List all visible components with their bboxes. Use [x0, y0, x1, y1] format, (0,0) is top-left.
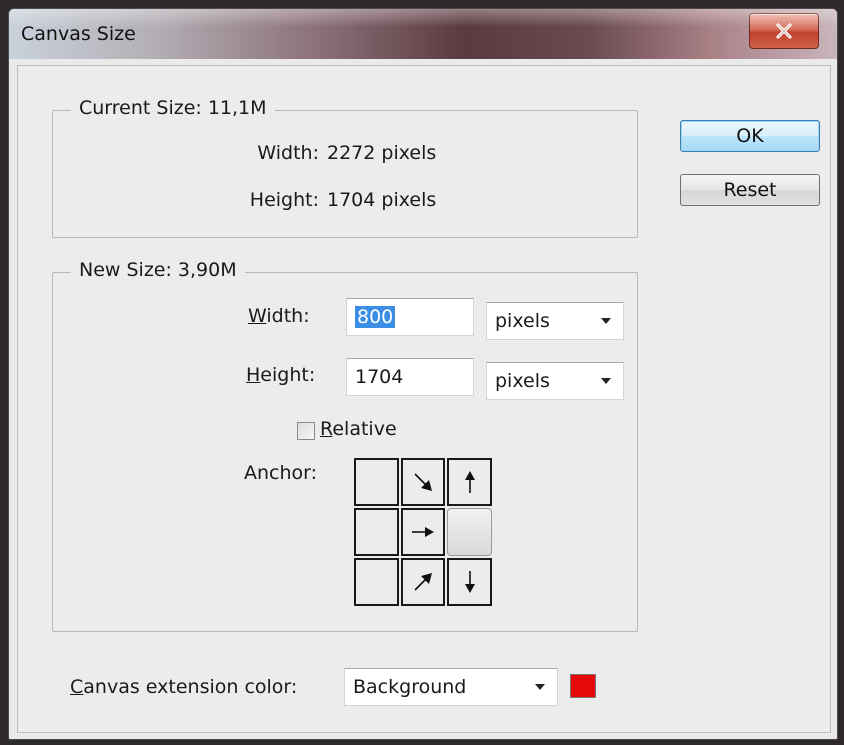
relative-label[interactable]: Relative	[320, 418, 397, 440]
anchor-top-left[interactable]	[354, 458, 399, 506]
ok-button[interactable]: OK	[680, 120, 820, 152]
width-input-value: 800	[355, 306, 396, 328]
relative-checkbox[interactable]	[297, 422, 315, 440]
anchor-top-right[interactable]	[447, 458, 492, 506]
arrow-up-right-icon	[414, 573, 432, 591]
anchor-middle-center[interactable]	[400, 508, 446, 556]
anchor-middle-right[interactable]	[447, 508, 492, 556]
new-width-label: Width:	[248, 305, 310, 327]
dialog-body: Current Size: 11,1M Width: 2272 pixels H…	[17, 65, 831, 733]
current-width-value: 2272 pixels	[327, 142, 437, 164]
arrow-down-right-icon	[414, 473, 432, 491]
anchor-bottom-left[interactable]	[354, 558, 399, 606]
current-size-label: Current Size: 11,1M	[71, 97, 275, 119]
reset-button[interactable]: Reset	[680, 174, 820, 206]
arrow-down-icon	[464, 571, 475, 593]
arrow-up-icon	[464, 471, 475, 493]
extension-color-label: Canvas extension color:	[70, 676, 298, 698]
chevron-down-icon	[601, 378, 611, 384]
arrow-right-icon	[411, 527, 434, 537]
close-icon	[776, 23, 792, 39]
current-height-value: 1704 pixels	[327, 189, 437, 211]
current-size-group: Current Size: 11,1M Width: 2272 pixels H…	[52, 97, 638, 238]
width-unit-select[interactable]: pixels	[486, 302, 624, 340]
current-width-label: Width:	[257, 142, 319, 164]
anchor-label: Anchor:	[244, 462, 318, 484]
anchor-middle-left[interactable]	[354, 508, 399, 556]
height-input[interactable]: 1704	[346, 358, 474, 396]
close-button[interactable]	[749, 13, 819, 49]
width-input[interactable]: 800	[346, 298, 474, 336]
anchor-bottom-center[interactable]	[400, 558, 446, 606]
anchor-grid	[354, 458, 492, 606]
extension-color-select[interactable]: Background	[344, 668, 558, 706]
title-bar[interactable]: Canvas Size	[9, 9, 837, 59]
chevron-down-icon	[601, 318, 611, 324]
anchor-top-center[interactable]	[400, 458, 446, 506]
extension-color-value: Background	[353, 676, 467, 698]
canvas-size-dialog: Canvas Size Current Size: 11,1M Width: 2…	[8, 8, 838, 740]
window-title: Canvas Size	[21, 23, 136, 45]
chevron-down-icon	[535, 684, 545, 690]
current-height-label: Height:	[249, 189, 319, 211]
height-unit-select[interactable]: pixels	[486, 362, 624, 400]
new-height-label: Height:	[246, 364, 316, 386]
anchor-bottom-right[interactable]	[447, 558, 492, 606]
width-unit-value: pixels	[495, 310, 550, 332]
new-size-label: New Size: 3,90M	[71, 259, 245, 281]
extension-color-swatch[interactable]	[570, 674, 596, 698]
height-unit-value: pixels	[495, 370, 550, 392]
height-input-value: 1704	[355, 366, 404, 388]
